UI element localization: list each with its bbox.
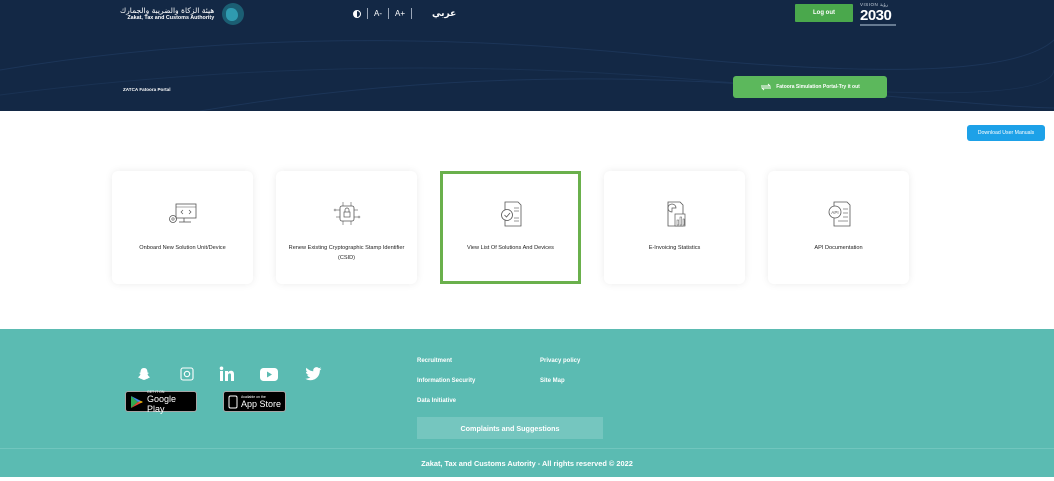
app-store-button[interactable]: Available on the App Store [223, 391, 286, 412]
instagram-icon[interactable] [178, 365, 196, 383]
card-e-invoicing-statistics[interactable]: E-Invoicing Statistics [604, 171, 745, 284]
computer-code-icon [168, 203, 196, 223]
tool-divider [388, 8, 389, 19]
contrast-toggle-icon[interactable] [353, 9, 361, 18]
logo-text: هيئة الزكاة والضريبة والجمارك Zakat, Tax… [120, 6, 214, 22]
lock-chip-icon [333, 202, 360, 225]
card-label: E-Invoicing Statistics [648, 245, 701, 251]
footer-link-privacy[interactable]: Privacy policy [540, 358, 580, 364]
simulation-portal-button[interactable]: Fatoora Simulation Portal-Try it out [733, 76, 887, 98]
bottom-strip [0, 477, 1054, 481]
google-play-button[interactable]: GET IT ON Google Play [125, 390, 197, 414]
google-play-name: Google Play [147, 393, 177, 414]
footer-link-information-security[interactable]: Information Security [417, 378, 475, 384]
card-view-solutions[interactable]: View List Of Solutions And Devices [440, 171, 581, 284]
copyright-bar: Zakat, Tax and Customs Autority - All ri… [0, 448, 1054, 477]
svg-text:API: API [831, 210, 838, 215]
complaints-button[interactable]: Complaints and Suggestions [417, 417, 603, 439]
logo-english-name: Zakat, Tax and Customs Authority [127, 15, 215, 21]
footer-link-recruitment[interactable]: Recruitment [417, 358, 452, 364]
card-label: API Documentation [814, 245, 863, 251]
copyright-text: Zakat, Tax and Customs Autority - All ri… [421, 458, 633, 468]
header: هيئة الزكاة والضريبة والجمارك Zakat, Tax… [0, 0, 1054, 111]
logo-emblem-icon [222, 3, 245, 25]
accessibility-tools: A- A+ عربي [353, 8, 456, 19]
card-label: Renew Existing Cryptographic Stamp Ident… [288, 245, 405, 261]
logout-button[interactable]: Log out [795, 4, 853, 22]
card-label: Onboard New Solution Unit/Device [139, 245, 226, 251]
logo-arabic-name: هيئة الزكاة والضريبة والجمارك [120, 6, 215, 15]
snapchat-icon[interactable] [135, 365, 153, 383]
statistics-document-icon [667, 201, 685, 227]
card-onboard-solution[interactable]: Onboard New Solution Unit/Device [112, 171, 253, 284]
card-api-documentation[interactable]: API API Documentation [768, 171, 909, 284]
checked-document-icon [500, 201, 521, 227]
youtube-icon[interactable] [260, 365, 278, 383]
tool-divider [367, 8, 368, 19]
google-play-icon [131, 395, 143, 408]
linkedin-icon[interactable] [218, 365, 236, 383]
phone-icon [228, 395, 238, 408]
api-document-icon: API [828, 201, 850, 227]
footer-link-sitemap[interactable]: Site Map [540, 378, 565, 384]
page-title: ZATCA Fatoora Portal [123, 87, 171, 92]
vision-underline [860, 24, 896, 26]
vision-2030-logo: VISION رؤية 2030 [860, 2, 898, 26]
twitter-icon[interactable] [304, 365, 322, 383]
vision-year: 2030 [860, 7, 892, 24]
switch-arrows-icon [761, 83, 772, 91]
language-switch[interactable]: عربي [432, 9, 456, 19]
font-increase-button[interactable]: A+ [395, 9, 405, 18]
tool-divider [411, 8, 413, 19]
font-decrease-button[interactable]: A- [374, 9, 382, 18]
footer-link-data-initiative[interactable]: Data Initiative [417, 398, 456, 404]
simulation-portal-label: Fatoora Simulation Portal-Try it out [776, 84, 860, 90]
card-label: View List Of Solutions And Devices [467, 245, 554, 251]
zatca-logo[interactable]: هيئة الزكاة والضريبة والجمارك Zakat, Tax… [120, 3, 245, 25]
download-user-manuals-button[interactable]: Download User Manuals [967, 125, 1045, 141]
app-store-name: App Store [241, 398, 282, 409]
card-renew-csid[interactable]: Renew Existing Cryptographic Stamp Ident… [276, 171, 417, 284]
